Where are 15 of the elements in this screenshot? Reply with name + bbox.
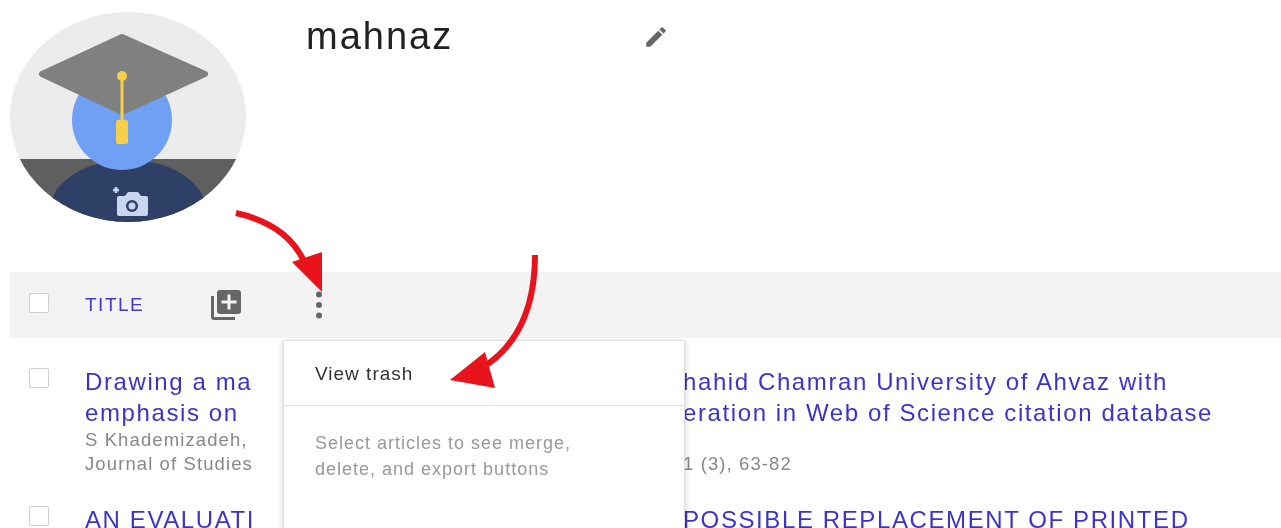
article-meta: S Khademizadeh,	[85, 429, 248, 450]
article-title[interactable]: AN EVALUATI	[85, 506, 256, 528]
article-title[interactable]: Drawing a ma	[85, 368, 253, 395]
article-title[interactable]: eration in Web of Science citation database	[683, 399, 1213, 426]
article-meta: Journal of Studies	[85, 453, 253, 474]
menu-hint: Select articles to see merge, delete, and export buttons	[314, 432, 573, 481]
article-meta: 1 (3), 63-82	[683, 453, 792, 474]
checkbox[interactable]	[29, 506, 49, 526]
title-sort-link[interactable]: TITLE	[85, 294, 208, 316]
checkbox[interactable]	[29, 293, 49, 313]
article-title[interactable]: emphasis on	[85, 399, 239, 426]
checkbox[interactable]	[29, 368, 49, 388]
article-title[interactable]: hahid Chamran University of Ahvaz with	[683, 368, 1168, 395]
add-to-list-icon[interactable]	[208, 287, 244, 323]
profile-name: mahnaz	[306, 14, 454, 58]
